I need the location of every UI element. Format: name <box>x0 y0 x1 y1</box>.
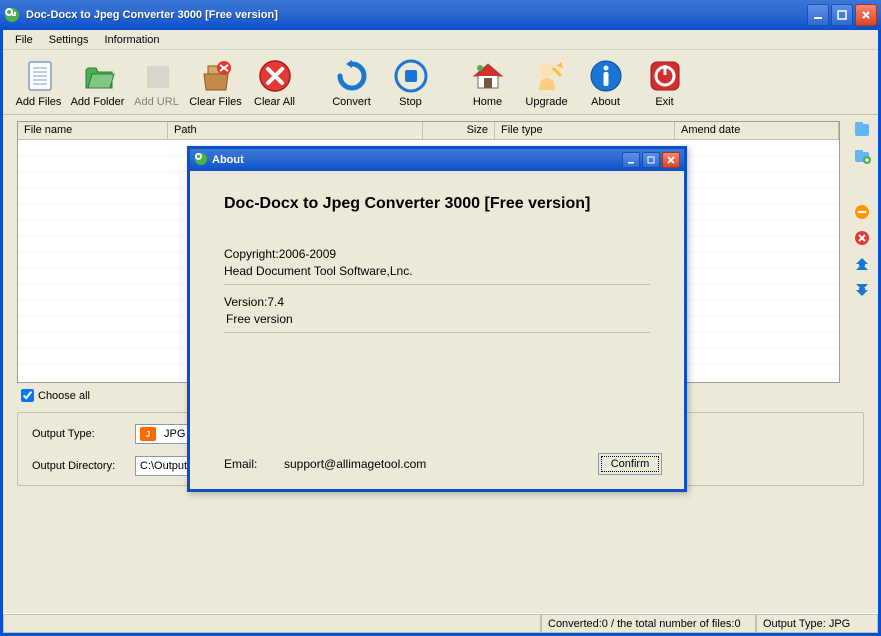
add-files-button[interactable]: Add Files <box>11 56 66 110</box>
add-folder-plus-icon[interactable] <box>853 147 871 165</box>
col-size[interactable]: Size <box>423 122 495 139</box>
stop-icon <box>393 58 429 94</box>
file-icon <box>21 58 57 94</box>
status-converted: Converted:0 / the total number of files:… <box>541 614 756 633</box>
dialog-maximize-button[interactable] <box>642 152 660 168</box>
clear-all-icon <box>257 58 293 94</box>
about-edition: Free version <box>224 312 650 326</box>
about-email-label: Email: <box>224 457 284 471</box>
folder-icon <box>80 58 116 94</box>
clear-files-button[interactable]: Clear Files <box>188 56 243 110</box>
dialog-minimize-button[interactable] <box>622 152 640 168</box>
stop-label: Stop <box>399 96 422 108</box>
exit-button[interactable]: Exit <box>637 56 692 110</box>
statusbar: Converted:0 / the total number of files:… <box>3 613 878 633</box>
add-file-icon[interactable] <box>853 121 871 139</box>
about-dialog: About Doc-Docx to Jpeg Converter 3000 [F… <box>187 146 687 492</box>
remove-all-icon[interactable] <box>853 229 871 247</box>
upgrade-button[interactable]: Upgrade <box>519 56 574 110</box>
choose-all-label: Choose all <box>38 390 90 402</box>
col-filename[interactable]: File name <box>18 122 168 139</box>
upgrade-label: Upgrade <box>525 96 567 108</box>
choose-all-checkbox[interactable] <box>21 389 34 402</box>
home-icon <box>470 58 506 94</box>
home-label: Home <box>473 96 502 108</box>
dialog-close-button[interactable] <box>662 152 680 168</box>
col-path[interactable]: Path <box>168 122 423 139</box>
convert-icon <box>334 58 370 94</box>
output-type-label: Output Type: <box>32 428 127 440</box>
url-icon <box>139 58 175 94</box>
clear-all-button[interactable]: Clear All <box>247 56 302 110</box>
about-confirm-button[interactable]: Confirm <box>598 453 662 475</box>
add-url-button[interactable]: Add URL <box>129 56 184 110</box>
clear-files-label: Clear Files <box>189 96 242 108</box>
minimize-button[interactable] <box>807 4 829 26</box>
output-dir-label: Output Directory: <box>32 460 127 472</box>
add-folder-label: Add Folder <box>71 96 125 108</box>
about-button[interactable]: About <box>578 56 633 110</box>
clear-all-label: Clear All <box>254 96 295 108</box>
about-label: About <box>591 96 620 108</box>
dialog-app-icon <box>194 152 208 169</box>
exit-label: Exit <box>655 96 673 108</box>
clear-files-icon <box>198 58 234 94</box>
main-titlebar: Doc-Docx to Jpeg Converter 3000 [Free ve… <box>0 0 881 30</box>
dialog-title: About <box>212 154 622 166</box>
status-output-type: Output Type: JPG <box>756 614 878 633</box>
stop-button[interactable]: Stop <box>383 56 438 110</box>
move-down-icon[interactable] <box>853 281 871 299</box>
maximize-button[interactable] <box>831 4 853 26</box>
about-copyright: Copyright:2006-2009 <box>224 247 650 261</box>
add-folder-button[interactable]: Add Folder <box>70 56 125 110</box>
add-url-label: Add URL <box>134 96 179 108</box>
sidebar <box>846 115 878 383</box>
remove-item-icon[interactable] <box>853 203 871 221</box>
toolbar: Add Files Add Folder Add URL Clear Files… <box>3 50 878 115</box>
menu-file[interactable]: File <box>7 32 41 48</box>
about-version: Version:7.4 <box>224 295 650 309</box>
home-button[interactable]: Home <box>460 56 515 110</box>
convert-button[interactable]: Convert <box>324 56 379 110</box>
menu-settings[interactable]: Settings <box>41 32 97 48</box>
menubar: File Settings Information <box>3 30 878 50</box>
menu-information[interactable]: Information <box>96 32 167 48</box>
move-up-icon[interactable] <box>853 255 871 273</box>
close-button[interactable] <box>855 4 877 26</box>
status-left <box>3 614 541 633</box>
col-filetype[interactable]: File type <box>495 122 675 139</box>
window-title: Doc-Docx to Jpeg Converter 3000 [Free ve… <box>26 9 807 21</box>
info-icon <box>588 58 624 94</box>
app-icon <box>4 7 20 23</box>
col-amenddate[interactable]: Amend date <box>675 122 839 139</box>
about-company: Head Document Tool Software,Lnc. <box>224 264 650 278</box>
upgrade-icon <box>529 58 565 94</box>
jpg-badge-icon: J <box>140 427 156 441</box>
add-files-label: Add Files <box>16 96 62 108</box>
about-heading: Doc-Docx to Jpeg Converter 3000 [Free ve… <box>224 195 650 213</box>
about-email: support@allimagetool.com <box>284 457 598 471</box>
convert-label: Convert <box>332 96 371 108</box>
power-icon <box>647 58 683 94</box>
